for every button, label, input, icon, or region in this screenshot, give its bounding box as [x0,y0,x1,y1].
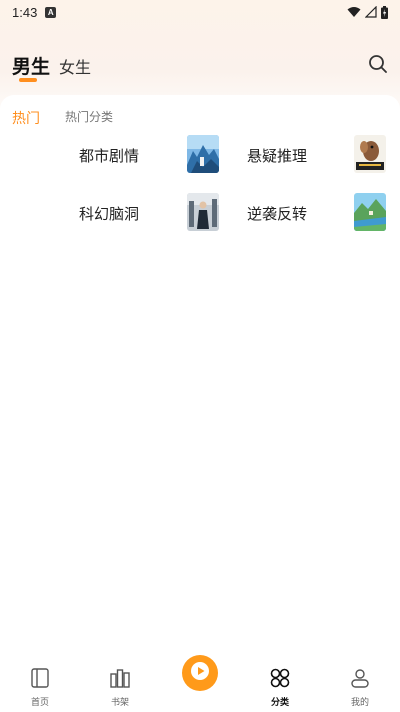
bottom-navigation: 首页 书架 分类 我的 [0,655,400,712]
status-bar: 1:43 A [0,0,400,24]
home-icon [29,667,51,689]
tab-male[interactable]: 男生 [12,52,50,79]
category-label: 科幻脑洞 [79,205,140,223]
category-label: 悬疑推理 [247,147,308,165]
notification-icon: A [45,6,57,18]
nav-category[interactable]: 分类 [250,667,310,709]
bookshelf-icon [109,667,131,689]
tab-hot-categories[interactable]: 热门分类 [65,108,113,125]
nav-profile-label: 我的 [350,698,369,708]
category-thumbnail [187,193,219,231]
category-label: 都市剧情 [79,147,140,165]
category-content: 热门 热门分类 都市剧情 悬疑推理 科幻脑洞 逆袭反转 [0,95,400,655]
search-icon [368,54,388,78]
tab-hot[interactable]: 热门 [12,108,40,128]
category-item[interactable]: 逆袭反转 [247,193,400,233]
nav-home-label: 首页 [30,698,49,708]
category-thumbnail [354,193,386,231]
nav-category-label: 分类 [270,698,289,708]
nav-bookshelf[interactable]: 书架 [90,667,150,709]
category-item[interactable]: 科幻脑洞 [79,193,239,233]
play-button[interactable] [182,655,218,691]
top-tab-bar: 男生 女生 [0,44,400,90]
active-tab-indicator [19,78,37,82]
profile-icon [349,667,371,689]
battery-icon [381,5,388,19]
nav-bookshelf-label: 书架 [110,698,129,708]
nav-home[interactable]: 首页 [10,667,70,709]
status-icons [347,5,388,19]
status-time: 1:43 [12,4,38,20]
category-item[interactable]: 都市剧情 [79,135,239,175]
category-item[interactable]: 悬疑推理 [247,135,400,175]
search-button[interactable] [366,54,390,78]
nav-profile[interactable]: 我的 [330,667,390,709]
category-label: 逆袭反转 [247,205,308,223]
tab-female[interactable]: 女生 [59,54,91,78]
signal-icon [365,6,377,18]
category-thumbnail [354,135,386,173]
wifi-icon [347,6,361,18]
category-icon [269,667,291,689]
category-thumbnail [187,135,219,173]
play-icon [190,661,210,685]
